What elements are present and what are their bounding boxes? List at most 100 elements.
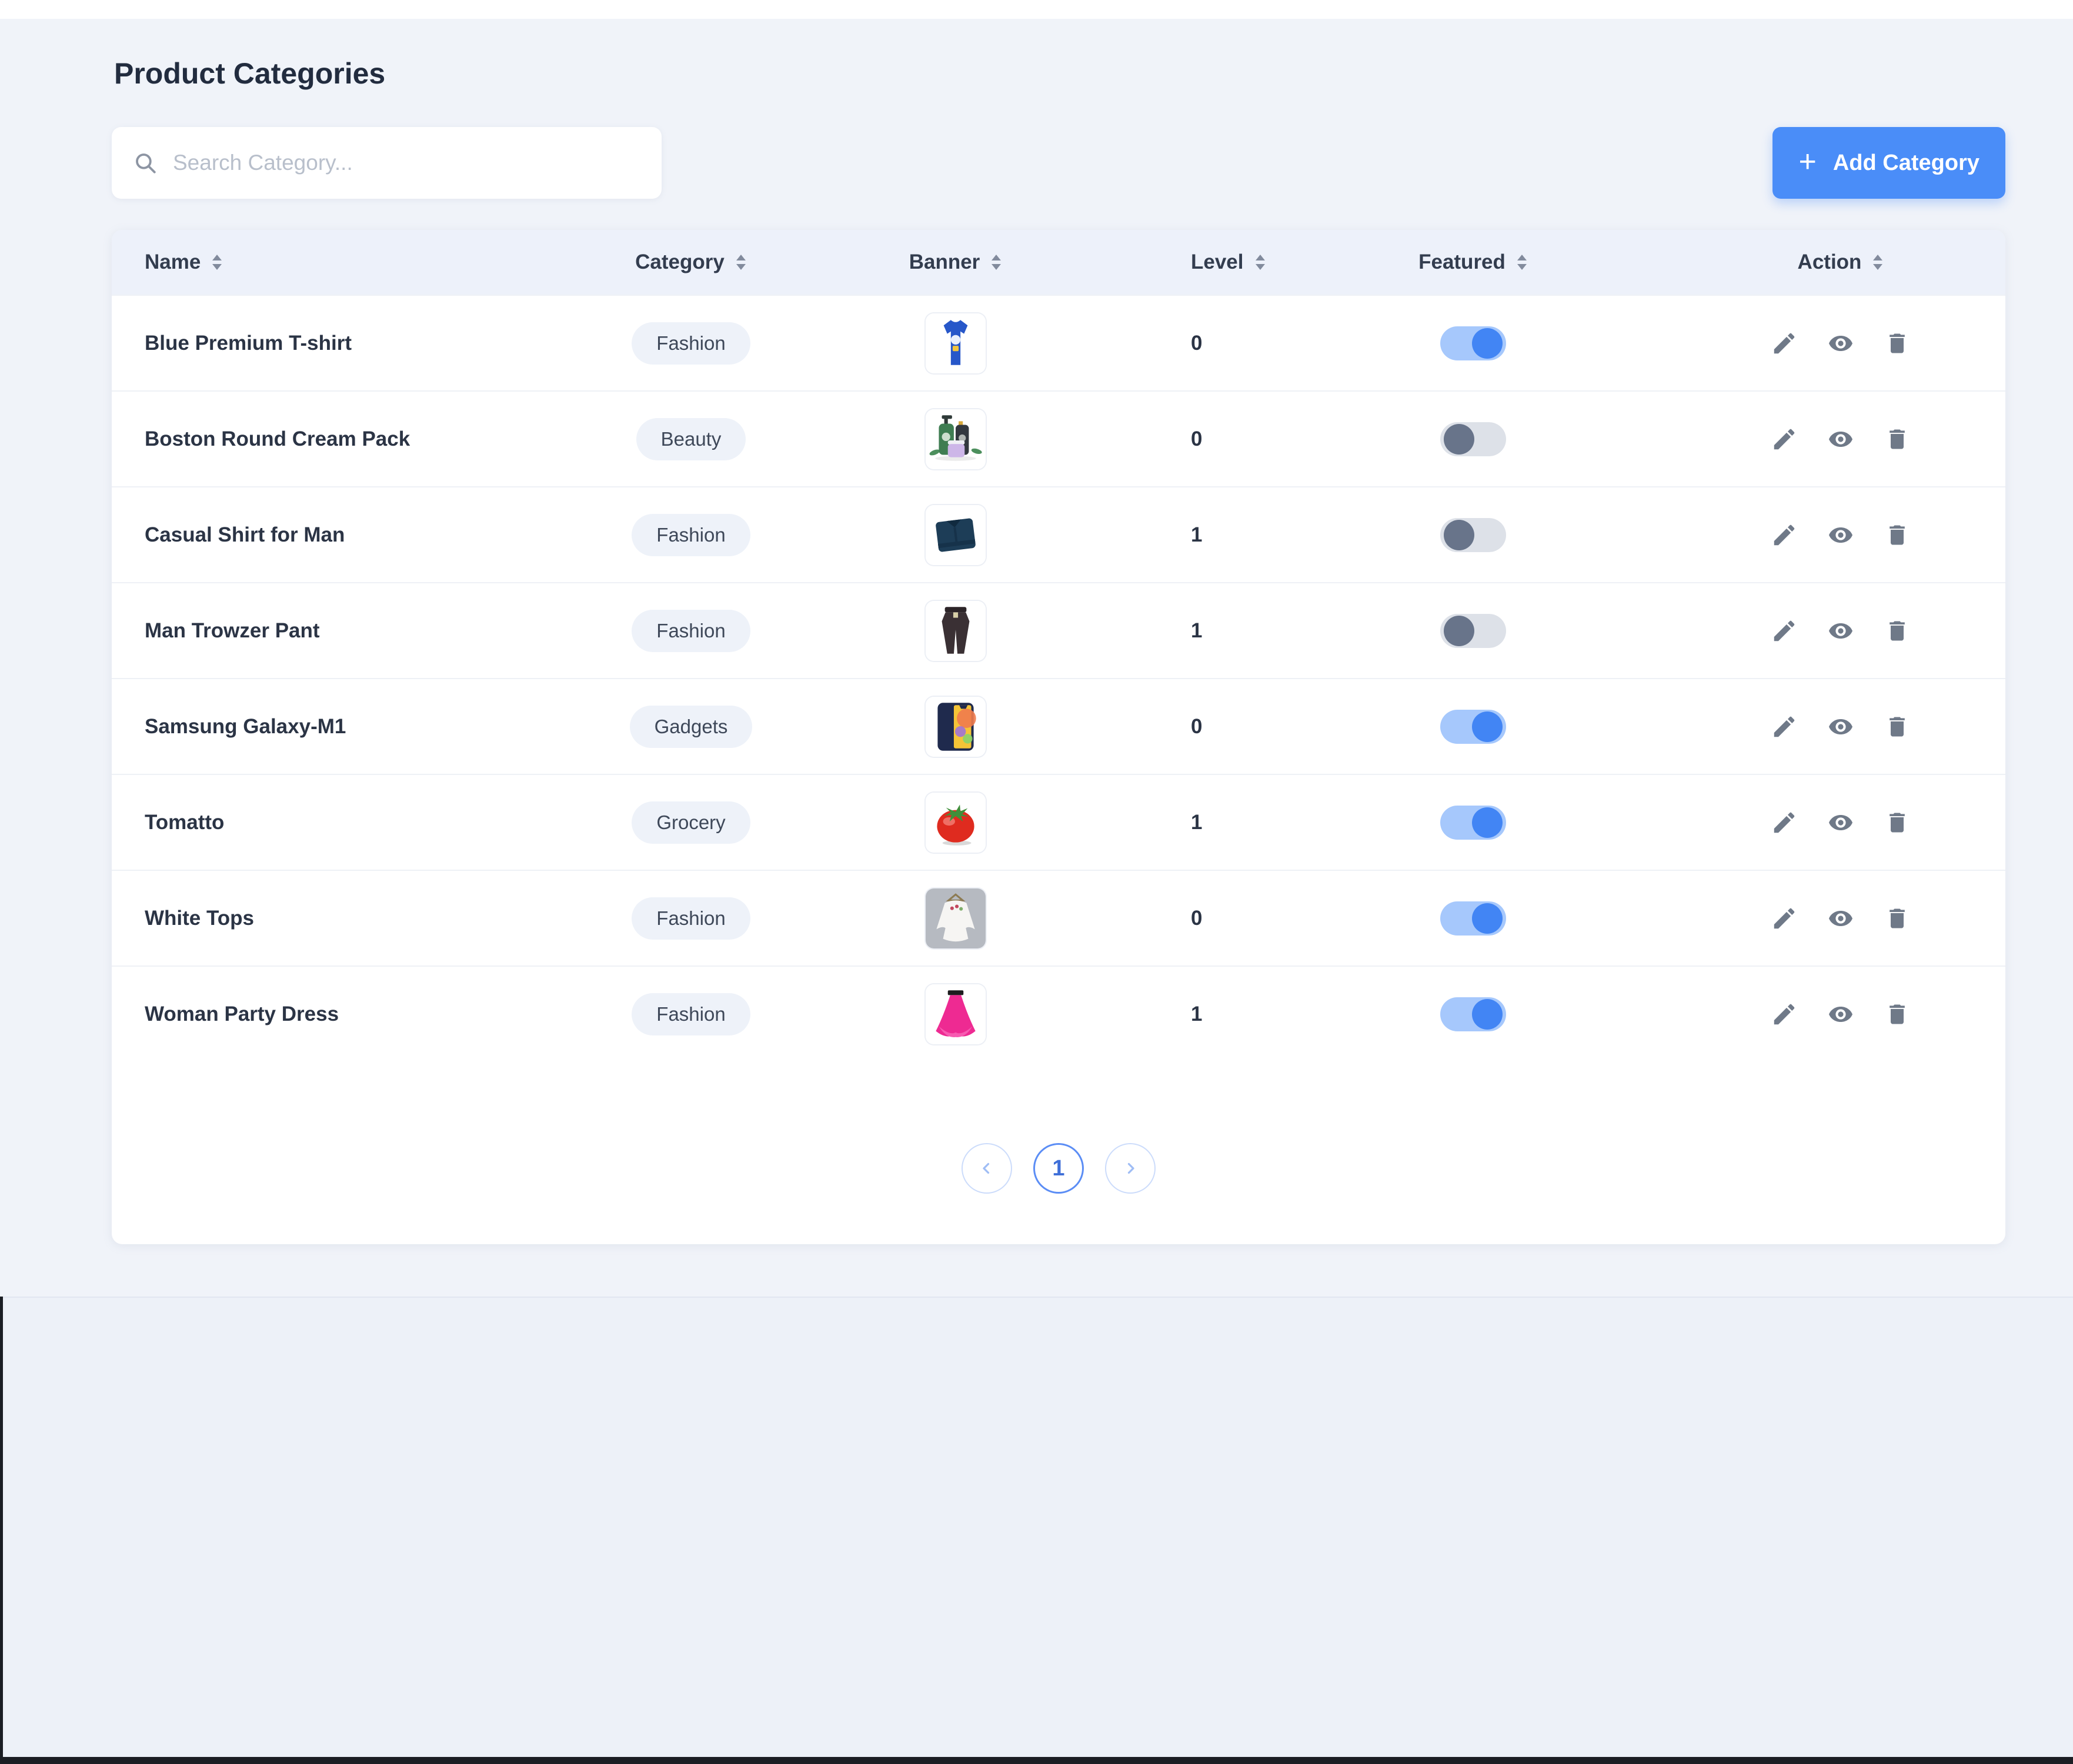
featured-toggle[interactable] xyxy=(1440,422,1506,456)
sort-icon xyxy=(1872,253,1884,271)
trash-icon xyxy=(1884,330,1910,356)
table-row: White Tops Fashion 0 xyxy=(112,870,2005,965)
category-name: Woman Party Dress xyxy=(112,1003,559,1026)
category-badge: Fashion xyxy=(632,322,750,365)
column-header-banner[interactable]: Banner xyxy=(823,250,1088,274)
search-box[interactable] xyxy=(112,127,662,199)
toggle-knob xyxy=(1444,616,1474,646)
column-header-category[interactable]: Category xyxy=(559,250,823,274)
toggle-knob xyxy=(1472,807,1503,838)
featured-toggle[interactable] xyxy=(1440,518,1506,552)
pencil-icon xyxy=(1771,617,1798,644)
chevron-left-icon xyxy=(978,1160,996,1177)
view-button[interactable] xyxy=(1827,713,1855,741)
banner-image-smartphone xyxy=(926,697,986,757)
featured-toggle[interactable] xyxy=(1440,326,1506,360)
add-category-label: Add Category xyxy=(1833,151,1979,176)
chevron-right-icon xyxy=(1121,1160,1139,1177)
table-row: Man Trowzer Pant Fashion 1 xyxy=(112,582,2005,678)
trash-icon xyxy=(1884,714,1910,740)
category-name: Man Trowzer Pant xyxy=(112,619,559,643)
pagination: 1 xyxy=(112,1143,2005,1194)
featured-toggle[interactable] xyxy=(1440,710,1506,744)
category-badge: Fashion xyxy=(632,897,750,940)
delete-button[interactable] xyxy=(1883,425,1911,453)
sort-icon xyxy=(1516,253,1528,271)
screen-edge-bottom xyxy=(0,1757,2073,1764)
pencil-icon xyxy=(1771,905,1798,932)
eye-icon xyxy=(1827,329,1855,358)
trash-icon xyxy=(1884,1001,1910,1027)
categories-table-card: Name Category Banner Level Featured Acti… xyxy=(112,230,2005,1244)
eye-icon xyxy=(1827,1000,1855,1029)
view-button[interactable] xyxy=(1827,521,1855,549)
view-button[interactable] xyxy=(1827,617,1855,645)
category-badge: Fashion xyxy=(632,514,750,556)
page-bottom-area xyxy=(0,1297,2073,1764)
category-name: Blue Premium T-shirt xyxy=(112,332,559,355)
featured-toggle[interactable] xyxy=(1440,806,1506,840)
pagination-next-button[interactable] xyxy=(1105,1143,1156,1194)
eye-icon xyxy=(1827,808,1855,837)
featured-toggle[interactable] xyxy=(1440,614,1506,648)
eye-icon xyxy=(1827,616,1855,646)
delete-button[interactable] xyxy=(1883,1000,1911,1028)
page-title: Product Categories xyxy=(114,56,2005,91)
trash-icon xyxy=(1884,426,1910,452)
table-row: Tomatto Grocery 1 xyxy=(112,774,2005,870)
table-header-row: Name Category Banner Level Featured Acti… xyxy=(112,230,2005,295)
delete-button[interactable] xyxy=(1883,713,1911,741)
trash-icon xyxy=(1884,810,1910,836)
search-input[interactable] xyxy=(173,151,640,175)
edit-button[interactable] xyxy=(1770,521,1798,549)
toggle-knob xyxy=(1472,328,1503,359)
column-header-featured[interactable]: Featured xyxy=(1353,250,1594,274)
delete-button[interactable] xyxy=(1883,617,1911,645)
banner-image-trowzer-pant xyxy=(926,601,986,661)
banner-image-party-dress xyxy=(926,984,986,1044)
edit-button[interactable] xyxy=(1770,617,1798,645)
top-band xyxy=(0,0,2073,19)
eye-icon xyxy=(1827,712,1855,741)
view-button[interactable] xyxy=(1827,329,1855,358)
edit-button[interactable] xyxy=(1770,904,1798,933)
level-value: 1 xyxy=(1088,523,1353,547)
view-button[interactable] xyxy=(1827,425,1855,453)
featured-toggle[interactable] xyxy=(1440,997,1506,1031)
view-button[interactable] xyxy=(1827,1000,1855,1028)
banner-image-blue-tshirt xyxy=(926,313,986,373)
banner-image-tomato xyxy=(926,793,986,853)
table-row: Blue Premium T-shirt Fashion 0 xyxy=(112,295,2005,390)
toggle-knob xyxy=(1472,903,1503,934)
delete-button[interactable] xyxy=(1883,904,1911,933)
trash-icon xyxy=(1884,906,1910,931)
delete-button[interactable] xyxy=(1883,329,1911,358)
trash-icon xyxy=(1884,522,1910,548)
edit-button[interactable] xyxy=(1770,1000,1798,1028)
banner-image-cream-pack xyxy=(926,409,986,469)
column-header-action[interactable]: Action xyxy=(1594,250,2005,274)
edit-button[interactable] xyxy=(1770,329,1798,358)
level-value: 0 xyxy=(1088,332,1353,355)
category-badge: Fashion xyxy=(632,993,750,1035)
view-button[interactable] xyxy=(1827,904,1855,933)
sort-icon xyxy=(735,253,747,271)
column-header-level[interactable]: Level xyxy=(1088,250,1353,274)
category-name: Samsung Galaxy-M1 xyxy=(112,715,559,739)
table-row: Samsung Galaxy-M1 Gadgets 0 xyxy=(112,678,2005,774)
edit-button[interactable] xyxy=(1770,808,1798,837)
edit-button[interactable] xyxy=(1770,425,1798,453)
column-header-name[interactable]: Name xyxy=(112,250,559,274)
toggle-knob xyxy=(1444,424,1474,455)
level-value: 0 xyxy=(1088,907,1353,930)
delete-button[interactable] xyxy=(1883,808,1911,837)
featured-toggle[interactable] xyxy=(1440,901,1506,936)
pagination-prev-button[interactable] xyxy=(962,1143,1012,1194)
delete-button[interactable] xyxy=(1883,521,1911,549)
view-button[interactable] xyxy=(1827,808,1855,837)
add-category-button[interactable]: + Add Category xyxy=(1772,127,2005,199)
banner-image-white-top xyxy=(926,888,986,948)
category-name: White Tops xyxy=(112,907,559,930)
pagination-page-1[interactable]: 1 xyxy=(1033,1143,1084,1194)
edit-button[interactable] xyxy=(1770,713,1798,741)
